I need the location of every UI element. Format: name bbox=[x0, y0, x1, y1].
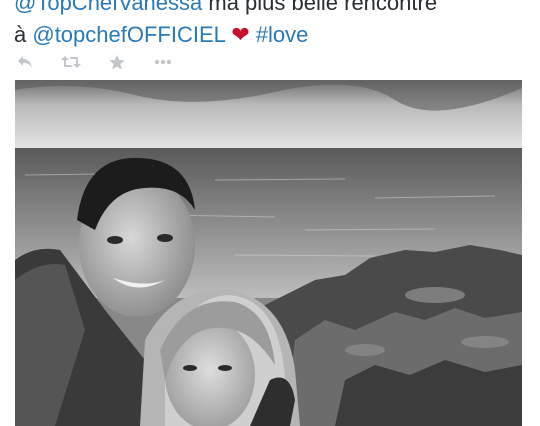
tweet-text-segment: ma plus belle rencontre bbox=[202, 0, 438, 15]
more-dots-icon bbox=[154, 59, 172, 65]
tweet-text-prefix: à bbox=[14, 22, 33, 47]
star-icon bbox=[109, 54, 125, 69]
heart-emoji: ❤ bbox=[231, 22, 250, 47]
photo-couple-by-the-sea bbox=[15, 80, 522, 426]
reply-icon bbox=[18, 56, 32, 68]
tweet-photo[interactable] bbox=[15, 80, 522, 426]
reply-button[interactable] bbox=[14, 52, 36, 72]
more-button[interactable] bbox=[152, 52, 174, 72]
hashtag-link-love[interactable]: #love bbox=[256, 22, 309, 47]
tweet-text-line-2: à @topchefOFFICIEL ❤ #love bbox=[14, 19, 534, 51]
retweet-button[interactable] bbox=[60, 52, 82, 72]
favorite-button[interactable] bbox=[106, 52, 128, 72]
tweet-text: @TopChefVanessa ma plus belle rencontre … bbox=[14, 0, 534, 51]
retweet-icon bbox=[61, 56, 81, 68]
tweet-text-line-1: @TopChefVanessa ma plus belle rencontre bbox=[14, 0, 534, 19]
mention-link-topchefvanessa[interactable]: @TopChefVanessa bbox=[14, 0, 202, 15]
tweet-actions bbox=[14, 52, 198, 72]
mention-link-topchefofficiel[interactable]: @topchefOFFICIEL bbox=[32, 22, 225, 47]
